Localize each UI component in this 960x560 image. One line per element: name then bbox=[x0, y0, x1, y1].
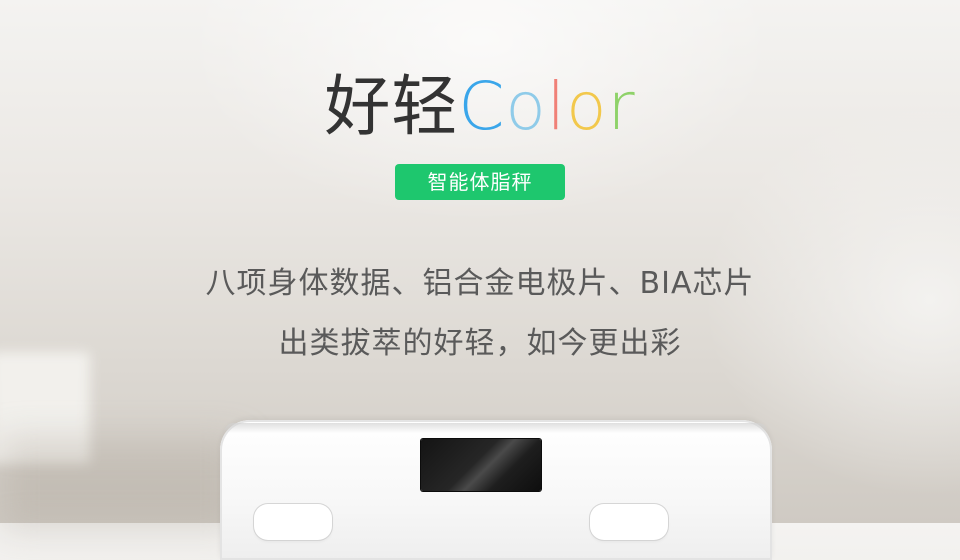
headline-chinese: 好轻 bbox=[324, 68, 459, 145]
headline-title: 好轻Color bbox=[0, 62, 960, 152]
headline-letter-o: o bbox=[505, 68, 547, 145]
scale-electrode-pad-left bbox=[254, 504, 332, 540]
description-line-1: 八项身体数据、铝合金电极片、BIA芯片 bbox=[205, 266, 755, 301]
headline-letter-r: r bbox=[607, 68, 636, 145]
headline-letter-c: C bbox=[458, 68, 506, 145]
scale-display-screen bbox=[421, 439, 541, 491]
headline-letter-o-2: o bbox=[566, 68, 608, 145]
background-shadow bbox=[0, 440, 240, 530]
scale-edge-highlight bbox=[224, 423, 768, 433]
description-line-2: 出类拔萃的好轻，如今更出彩 bbox=[278, 326, 682, 361]
scale-electrode-pad-right bbox=[590, 504, 668, 540]
product-badge: 智能体脂秤 bbox=[395, 164, 565, 200]
headline-letter-l: l bbox=[546, 68, 567, 145]
scale-product-image bbox=[220, 420, 772, 560]
